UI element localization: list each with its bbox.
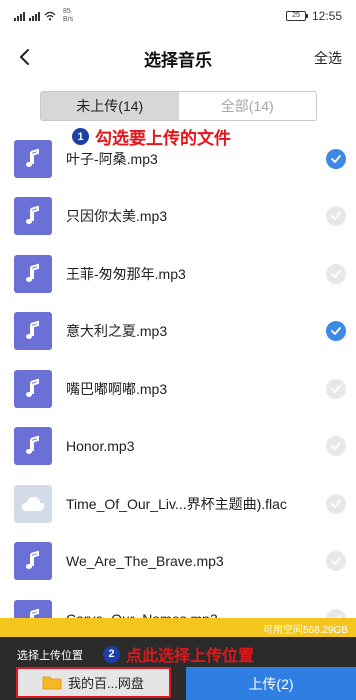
unchecked-icon[interactable]	[326, 436, 346, 457]
status-left: 85 B/s	[14, 8, 73, 24]
file-row[interactable]: We_Are_The_Brave.mp3	[0, 533, 356, 591]
file-name: 王菲-匆匆那年.mp3	[66, 265, 186, 282]
annotation-2: 2 点此选择上传位置	[103, 642, 254, 666]
file-name: 叶子-阿桑.mp3	[66, 150, 158, 167]
storage-bar: 可用空间568.29GB	[0, 618, 356, 637]
battery-icon: 25	[285, 11, 308, 21]
tab-all[interactable]: 全部(14)	[178, 92, 316, 120]
upload-button[interactable]: 上传(2)	[186, 667, 356, 700]
upload-location-button[interactable]: 我的百...网盘	[16, 667, 171, 698]
music-icon	[14, 369, 52, 408]
file-row[interactable]: 叶子-阿桑.mp3	[0, 130, 356, 188]
status-right: 25 12:55	[285, 9, 342, 23]
file-row[interactable]: 王菲-匆匆那年.mp3	[0, 245, 356, 303]
unchecked-icon[interactable]	[326, 206, 346, 227]
upload-location-name: 我的百...网盘	[68, 676, 144, 691]
status-bar: 85 B/s 25 12:55	[0, 0, 356, 32]
file-list: 叶子-阿桑.mp3 只因你太美.mp3 王菲-匆匆那年.mp3 意大利之夏.mp3 嘴巴…	[0, 130, 356, 618]
clock: 12:55	[311, 9, 342, 23]
music-icon	[14, 197, 52, 236]
file-row[interactable]: 嘴巴嘟啊嘟.mp3	[0, 360, 356, 418]
file-name: We_Are_The_Brave.mp3	[66, 553, 224, 570]
unchecked-icon[interactable]	[326, 263, 346, 284]
unchecked-icon[interactable]	[326, 378, 346, 399]
music-icon	[14, 254, 52, 293]
file-name: Time_Of_Our_Liv...界杯主题曲).flac	[66, 495, 287, 512]
file-row[interactable]: Honor.mp3	[0, 418, 356, 476]
checked-icon[interactable]	[326, 321, 346, 342]
annotation-2-number: 2	[103, 645, 120, 663]
file-name: 嘴巴嘟啊嘟.mp3	[66, 380, 168, 397]
file-row[interactable]: 只因你太美.mp3	[0, 188, 356, 246]
upload-location-label: 选择上传位置	[17, 650, 83, 662]
annotation-2-text: 点此选择上传位置	[126, 648, 255, 665]
net-speed: 85 B/s	[63, 8, 73, 24]
tab-not-uploaded[interactable]: 未上传(14)	[41, 92, 179, 120]
music-icon	[14, 599, 52, 618]
tab-group: 未上传(14) 全部(14)	[40, 91, 317, 121]
page-title: 选择音乐	[144, 50, 212, 70]
upload-location-panel: 选择上传位置 2 点此选择上传位置 我的百...网盘 上传(2)	[0, 637, 356, 700]
folder-icon	[42, 676, 62, 690]
unchecked-icon[interactable]	[326, 493, 346, 514]
file-name: Honor.mp3	[66, 438, 135, 455]
bottom-panel: 可用空间568.29GB 选择上传位置 2 点此选择上传位置 我的百...网盘 …	[0, 618, 356, 700]
nav-bar: 选择音乐 全选	[0, 32, 356, 84]
file-name: 意大利之夏.mp3	[66, 323, 168, 340]
wifi-icon	[44, 11, 56, 21]
net-speed-value: 85	[63, 8, 71, 15]
unchecked-icon[interactable]	[326, 608, 346, 618]
available-space: 可用空间568.29GB	[262, 625, 348, 636]
file-row[interactable]: 意大利之夏.mp3	[0, 303, 356, 361]
file-name: Carve_Our_Names.mp3	[66, 611, 218, 618]
unchecked-icon[interactable]	[326, 551, 346, 572]
select-all-button[interactable]: 全选	[314, 48, 342, 68]
cloud-icon	[14, 484, 52, 523]
file-name: 只因你太美.mp3	[66, 208, 168, 225]
net-speed-unit: B/s	[63, 16, 74, 23]
music-icon	[14, 139, 52, 178]
file-row[interactable]: Carve_Our_Names.mp3	[0, 590, 356, 618]
file-row[interactable]: Time_Of_Our_Liv...界杯主题曲).flac	[0, 475, 356, 533]
signal-icon-2	[29, 11, 40, 21]
music-icon	[14, 312, 52, 351]
checked-icon[interactable]	[326, 148, 346, 169]
signal-icon	[14, 11, 25, 21]
music-icon	[14, 542, 52, 581]
music-icon	[14, 427, 52, 466]
